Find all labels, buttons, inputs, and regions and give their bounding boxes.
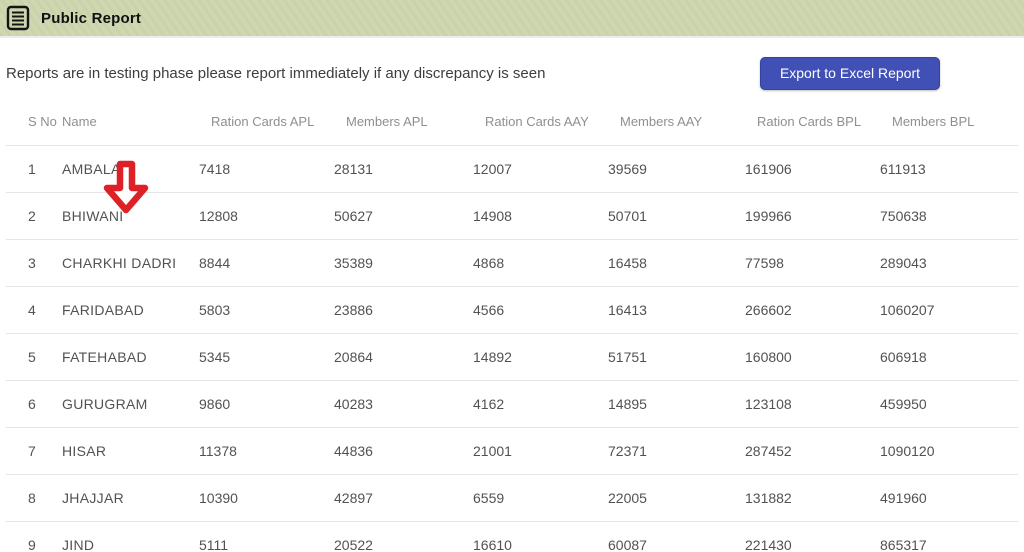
cell-value: 28131 <box>334 145 473 193</box>
table-row: 5 FATEHABAD 5345 20864 14892 51751 160800 60691… <box>6 333 1018 381</box>
cell-value: 14892 <box>473 333 608 381</box>
table-row: 9 JIND 5111 20522 16610 60087 221430 865317 <box>6 521 1018 552</box>
cell-value: 6559 <box>473 474 608 522</box>
cell-s-no: 6 <box>6 380 62 428</box>
cell-value: 20522 <box>334 521 473 552</box>
cell-s-no: 4 <box>6 286 62 334</box>
cell-value: 12808 <box>199 192 334 240</box>
cell-value: 491960 <box>880 474 1018 522</box>
cell-value: 50627 <box>334 192 473 240</box>
cell-value: 160800 <box>745 333 880 381</box>
content-area: Reports are in testing phase please repo… <box>0 56 1024 552</box>
cell-value: 14895 <box>608 380 745 428</box>
table-row: 7 HISAR 11378 44836 21001 72371 287452 1090120 <box>6 427 1018 475</box>
cell-district-name: GURUGRAM <box>62 380 199 428</box>
cell-value: 5111 <box>199 521 334 552</box>
cell-value: 35389 <box>334 239 473 287</box>
cell-value: 60087 <box>608 521 745 552</box>
cell-value: 42897 <box>334 474 473 522</box>
cell-value: 4868 <box>473 239 608 287</box>
cell-value: 123108 <box>745 380 880 428</box>
cell-value: 23886 <box>334 286 473 334</box>
cell-district-name: JIND <box>62 521 199 552</box>
column-header-ration-cards-bpl: Ration Cards BPL <box>745 98 880 146</box>
cell-value: 865317 <box>880 521 1018 552</box>
cell-value: 8844 <box>199 239 334 287</box>
export-to-excel-button[interactable]: Export to Excel Report <box>759 56 940 90</box>
cell-value: 16458 <box>608 239 745 287</box>
cell-value: 131882 <box>745 474 880 522</box>
table-header-row: S No Name Ration Cards APL Members APL Ratio… <box>6 98 1018 146</box>
cell-value: 40283 <box>334 380 473 428</box>
column-header-members-bpl: Members BPL <box>880 98 1018 146</box>
table-row: 2 BHIWANI 12808 50627 14908 50701 199966 750638 <box>6 192 1018 240</box>
column-header-s-no: S No <box>6 98 62 146</box>
testing-phase-notice: Reports are in testing phase please repo… <box>6 64 546 82</box>
column-header-name: Name <box>62 98 199 146</box>
cell-value: 1090120 <box>880 427 1018 475</box>
cell-district-name: FARIDABAD <box>62 286 199 334</box>
page-title: Public Report <box>41 9 142 27</box>
cell-value: 20864 <box>334 333 473 381</box>
table-row: 6 GURUGRAM 9860 40283 4162 14895 123108 459950 <box>6 380 1018 428</box>
public-report-table: S No Name Ration Cards APL Members APL Ratio… <box>6 98 1018 552</box>
cell-value: 22005 <box>608 474 745 522</box>
cell-value: 72371 <box>608 427 745 475</box>
cell-value: 611913 <box>880 145 1018 193</box>
report-list-icon <box>6 5 30 31</box>
table-row: 3 CHARKHI DADRI 8844 35389 4868 16458 77598 289… <box>6 239 1018 287</box>
cell-value: 44836 <box>334 427 473 475</box>
cell-value: 11378 <box>199 427 334 475</box>
cell-value: 7418 <box>199 145 334 193</box>
cell-value: 51751 <box>608 333 745 381</box>
cell-s-no: 3 <box>6 239 62 287</box>
cell-value: 14908 <box>473 192 608 240</box>
column-header-members-aay: Members AAY <box>608 98 745 146</box>
cell-district-name: HISAR <box>62 427 199 475</box>
table-row: 4 FARIDABAD 5803 23886 4566 16413 266602 106020… <box>6 286 1018 334</box>
cell-district-name: AMBALA <box>62 145 199 193</box>
cell-value: 459950 <box>880 380 1018 428</box>
cell-value: 750638 <box>880 192 1018 240</box>
cell-s-no: 7 <box>6 427 62 475</box>
column-header-members-apl: Members APL <box>334 98 473 146</box>
cell-value: 16413 <box>608 286 745 334</box>
cell-value: 4566 <box>473 286 608 334</box>
cell-value: 9860 <box>199 380 334 428</box>
cell-value: 289043 <box>880 239 1018 287</box>
cell-value: 77598 <box>745 239 880 287</box>
cell-value: 161906 <box>745 145 880 193</box>
appbar: Public Report <box>0 0 1024 38</box>
cell-s-no: 8 <box>6 474 62 522</box>
toolbar: Reports are in testing phase please repo… <box>6 56 1018 90</box>
cell-district-name: FATEHABAD <box>62 333 199 381</box>
cell-value: 5345 <box>199 333 334 381</box>
cell-district-name: BHIWANI <box>62 192 199 240</box>
cell-district-name: JHAJJAR <box>62 474 199 522</box>
cell-value: 266602 <box>745 286 880 334</box>
cell-s-no: 9 <box>6 521 62 552</box>
cell-value: 16610 <box>473 521 608 552</box>
cell-s-no: 1 <box>6 145 62 193</box>
cell-value: 5803 <box>199 286 334 334</box>
cell-value: 12007 <box>473 145 608 193</box>
cell-value: 50701 <box>608 192 745 240</box>
cell-value: 221430 <box>745 521 880 552</box>
column-header-ration-cards-aay: Ration Cards AAY <box>473 98 608 146</box>
cell-value: 4162 <box>473 380 608 428</box>
table-row: 8 JHAJJAR 10390 42897 6559 22005 131882 491960 <box>6 474 1018 522</box>
cell-value: 199966 <box>745 192 880 240</box>
cell-value: 1060207 <box>880 286 1018 334</box>
cell-district-name: CHARKHI DADRI <box>62 239 199 287</box>
cell-value: 606918 <box>880 333 1018 381</box>
table-row: 1 AMBALA 7418 28131 12007 39569 161906 611913 <box>6 145 1018 193</box>
cell-value: 21001 <box>473 427 608 475</box>
cell-s-no: 2 <box>6 192 62 240</box>
cell-value: 39569 <box>608 145 745 193</box>
cell-value: 287452 <box>745 427 880 475</box>
cell-value: 10390 <box>199 474 334 522</box>
cell-s-no: 5 <box>6 333 62 381</box>
column-header-ration-cards-apl: Ration Cards APL <box>199 98 334 146</box>
